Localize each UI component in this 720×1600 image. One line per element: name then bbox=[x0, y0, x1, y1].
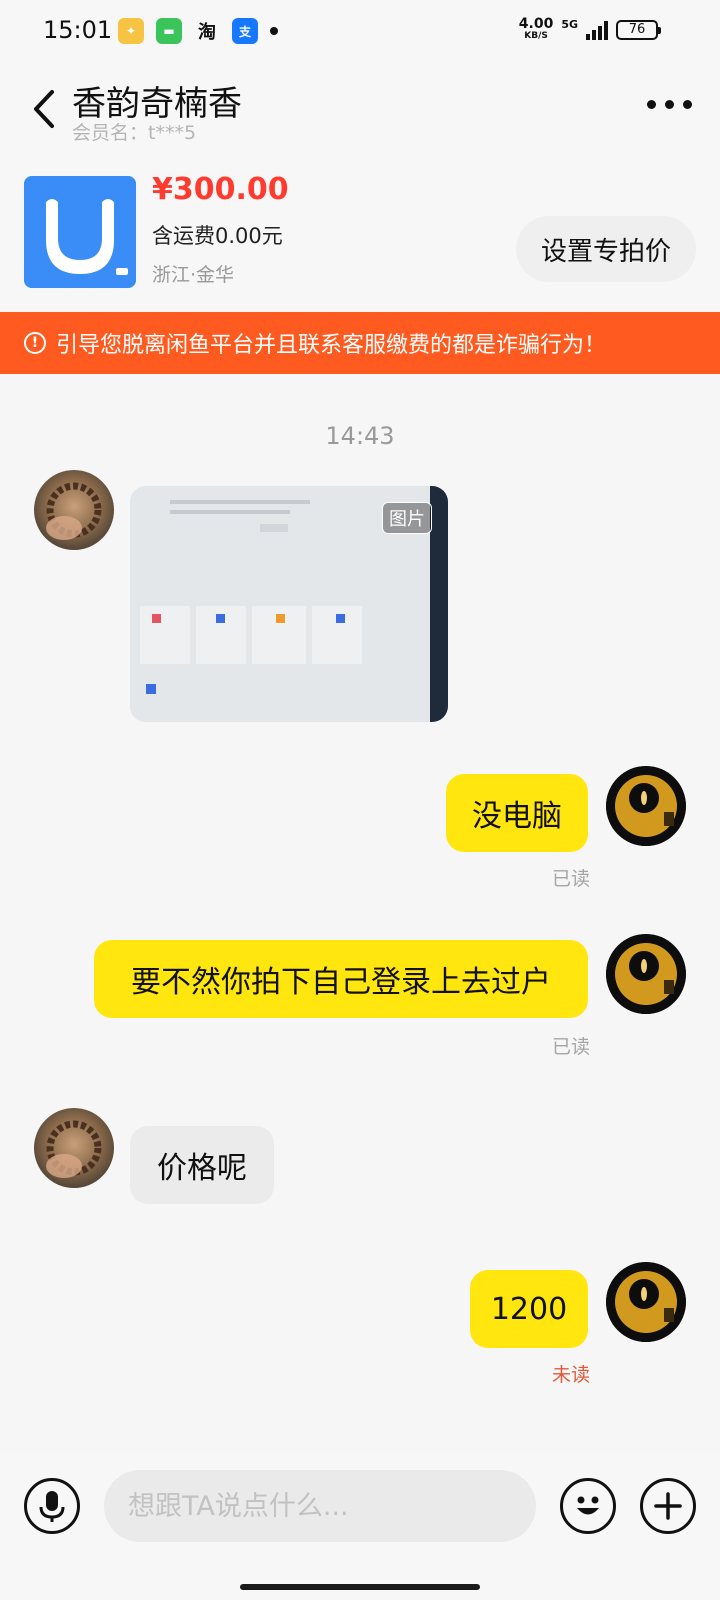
read-status: 已读 bbox=[552, 1036, 591, 1058]
chat-header: 香韵奇楠香 会员名：t***5 bbox=[0, 62, 720, 152]
seller-avatar[interactable] bbox=[34, 1108, 114, 1188]
messages-app-icon: ▬ bbox=[156, 18, 182, 44]
battery-icon: 76 bbox=[616, 20, 661, 40]
sent-message-bubble[interactable]: 要不然你拍下自己登录上去过户 bbox=[94, 940, 588, 1018]
microphone-icon[interactable] bbox=[24, 1478, 80, 1534]
message-text: 没电脑 bbox=[472, 799, 562, 834]
battery-level: 76 bbox=[628, 22, 646, 37]
chat-area[interactable]: 14:43 图片 没电脑 已读 要不然你拍下自己登录上去过户 已读 价格呢 12… bbox=[0, 374, 720, 1452]
notification-icons: ✦ ▬ 淘 支 bbox=[118, 18, 278, 44]
more-notifications-dot-icon bbox=[270, 27, 278, 35]
my-avatar[interactable] bbox=[606, 1262, 686, 1342]
unread-status: 未读 bbox=[552, 1364, 591, 1386]
image-message[interactable]: 图片 bbox=[130, 486, 448, 722]
warning-text: 引导您脱离闲鱼平台并且联系客服缴费的都是诈骗行为！ bbox=[56, 333, 607, 358]
fraud-warning-banner: ! 引导您脱离闲鱼平台并且联系客服缴费的都是诈骗行为！ bbox=[0, 312, 720, 374]
emoji-icon[interactable] bbox=[560, 1478, 616, 1534]
received-message-bubble[interactable]: 价格呢 bbox=[130, 1126, 274, 1204]
set-special-price-button[interactable]: 设置专拍价 bbox=[516, 216, 696, 282]
more-options-icon[interactable] bbox=[647, 100, 692, 109]
read-status: 已读 bbox=[552, 868, 591, 890]
sent-message-bubble[interactable]: 没电脑 bbox=[446, 774, 588, 852]
chat-timestamp: 14:43 bbox=[325, 422, 395, 450]
home-indicator[interactable] bbox=[240, 1584, 480, 1590]
alipay-app-icon: 支 bbox=[232, 18, 258, 44]
status-time: 15:01 bbox=[43, 16, 113, 44]
member-name: 会员名：t***5 bbox=[72, 122, 197, 144]
taopiaopiao-app-icon: ✦ bbox=[118, 18, 144, 44]
xianyu-logo-icon bbox=[24, 176, 136, 288]
message-input-bar bbox=[0, 1452, 720, 1600]
plus-icon[interactable] bbox=[640, 1478, 696, 1534]
product-card[interactable]: ¥300.00 含运费0.00元 浙江·金华 设置专拍价 bbox=[0, 152, 720, 312]
shipping-fee: 含运费0.00元 bbox=[152, 224, 283, 248]
status-indicators: 4.00 KB/S 5G 76 bbox=[519, 17, 661, 42]
message-text: 要不然你拍下自己登录上去过户 bbox=[131, 965, 551, 1000]
sent-message-bubble[interactable]: 1200 bbox=[470, 1270, 588, 1348]
taobao-app-icon: 淘 bbox=[198, 22, 216, 43]
network-speed: 4.00 KB/S bbox=[519, 17, 554, 42]
my-avatar[interactable] bbox=[606, 934, 686, 1014]
my-avatar[interactable] bbox=[606, 766, 686, 846]
product-thumbnail[interactable] bbox=[24, 176, 136, 288]
product-price: ¥300.00 bbox=[152, 172, 289, 207]
message-text: 价格呢 bbox=[157, 1151, 247, 1186]
status-bar: 15:01 ✦ ▬ 淘 支 4.00 KB/S 5G 76 bbox=[0, 0, 720, 62]
image-tag: 图片 bbox=[382, 502, 432, 534]
message-input[interactable] bbox=[104, 1470, 536, 1542]
back-arrow-icon[interactable] bbox=[28, 88, 62, 130]
product-location: 浙江·金华 bbox=[152, 264, 235, 286]
signal-icon bbox=[586, 20, 608, 40]
seller-avatar[interactable] bbox=[34, 470, 114, 550]
message-text: 1200 bbox=[490, 1291, 568, 1327]
network-type: 5G bbox=[561, 18, 578, 31]
exclamation-icon: ! bbox=[24, 332, 46, 354]
